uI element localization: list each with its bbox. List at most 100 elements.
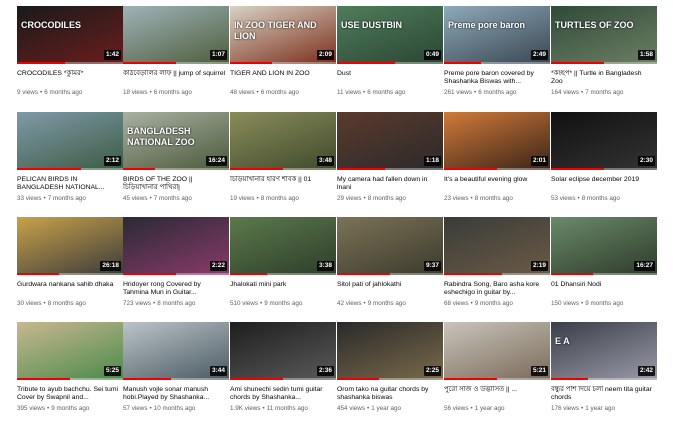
video-card[interactable]: 16:27 01 Dhansiri Nodi 150 views • 9 months … [551, 217, 657, 317]
video-card[interactable]: 2:25 Orom tako na guitar chords by shasha… [337, 322, 443, 422]
video-thumbnail[interactable]: 9:37 [337, 217, 443, 275]
video-card[interactable]: E A 2:42 বন্ধুর পাশ দিয়ে চলা neem tita gu… [551, 322, 657, 422]
video-thumbnail[interactable]: Preme pore baron 2:49 [444, 6, 550, 64]
video-title[interactable]: চিড়িয়াখানার হারণ শাবক || 01 [230, 176, 334, 193]
upload-age: 8 months ago [47, 300, 86, 307]
watch-progress-bar [444, 168, 497, 170]
video-thumbnail[interactable]: TURTLES OF ZOO 1:58 [551, 6, 657, 64]
video-title[interactable]: Hridoyer rong Covered by Tahmina Mun in … [123, 281, 227, 298]
video-card[interactable]: USE DUSTBIN 0:49 Dust 11 views • 6 months ago [337, 6, 443, 106]
video-title[interactable]: Ami shunechi sedin tumi guitar chords by… [230, 386, 334, 403]
duration-badge: 26:18 [100, 261, 121, 271]
video-card[interactable]: BANGLADESH NATIONAL ZOO 16:24 BIRDS OF THE… [123, 112, 229, 212]
watch-progress-bar [337, 378, 380, 380]
video-card[interactable]: CROCODILES 1:42 CROCODILES *কুমির* 9 views •… [17, 6, 123, 106]
video-title[interactable]: Sitol pati of jahlokathi [337, 281, 441, 298]
video-title[interactable]: 01 Dhansiri Nodi [551, 281, 655, 298]
video-title[interactable]: Rabindra Song, Baro asha kore eshechigo … [444, 281, 548, 298]
video-card[interactable]: 5:21 পুরো সাজ ও উদ্ভাসিত || ... 56 views • 1… [444, 322, 550, 422]
video-thumbnail[interactable]: 3:44 [123, 322, 229, 380]
video-card[interactable]: 1:18 My camera had fallen down in lnani 29… [337, 112, 443, 212]
duration-badge: 2:25 [423, 366, 441, 376]
video-card[interactable]: 26:18 Gurdwara nankana sahib dhaka 30 view… [17, 217, 123, 317]
video-thumbnail[interactable]: 5:21 [444, 322, 550, 380]
duration-badge: 2:36 [316, 366, 334, 376]
view-count: 9 views [17, 89, 38, 96]
upload-age: 10 months ago [153, 405, 196, 412]
video-card[interactable]: TURTLES OF ZOO 1:58 *কচ্ছপ* || Turtle in B… [551, 6, 657, 106]
video-thumbnail[interactable]: CROCODILES 1:42 [17, 6, 123, 64]
video-meta: 45 views • 7 months ago [123, 195, 227, 203]
video-thumbnail[interactable]: E A 2:42 [551, 322, 657, 380]
video-thumbnail[interactable]: 5:25 [17, 322, 123, 380]
video-title[interactable]: পুরো সাজ ও উদ্ভাসিত || ... [444, 386, 548, 403]
video-thumbnail[interactable]: USE DUSTBIN 0:49 [337, 6, 443, 64]
video-title[interactable]: My camera had fallen down in lnani [337, 176, 441, 193]
video-title[interactable]: PELICAN BIRDS IN BANGLADESH NATIONAL... [17, 176, 121, 193]
video-meta: 150 views • 9 months ago [551, 300, 655, 308]
upload-age: 6 months ago [44, 89, 83, 96]
video-thumbnail[interactable]: 2:19 [444, 217, 550, 275]
video-meta: 9 views • 6 months ago [17, 89, 121, 97]
duration-badge: 0:49 [423, 50, 441, 60]
video-thumbnail[interactable]: 2:36 [230, 322, 336, 380]
video-card[interactable]: 2:19 Rabindra Song, Baro asha kore eshech… [444, 217, 550, 317]
video-thumbnail[interactable]: IN ZOO TIGER AND LION 2:09 [230, 6, 336, 64]
video-card[interactable]: 2:22 Hridoyer rong Covered by Tahmina Mun… [123, 217, 229, 317]
video-title[interactable]: Dust [337, 70, 441, 87]
video-thumbnail[interactable]: 16:27 [551, 217, 657, 275]
video-thumbnail[interactable]: BANGLADESH NATIONAL ZOO 16:24 [123, 112, 229, 170]
video-card[interactable]: Preme pore baron 2:49 Preme pore baron cov… [444, 6, 550, 106]
video-meta: 19 views • 8 months ago [230, 195, 334, 203]
upload-age: 8 months ago [260, 195, 299, 202]
video-title[interactable]: Manush vojle sonar manush hobi.Played by… [123, 386, 227, 403]
view-count: 18 views [123, 89, 148, 96]
video-card[interactable]: 3:38 Jhalokati mini park 510 views • 9 month… [230, 217, 336, 317]
video-thumbnail[interactable]: 2:25 [337, 322, 443, 380]
video-title[interactable]: CROCODILES *কুমির* [17, 70, 121, 87]
video-thumbnail[interactable]: 2:22 [123, 217, 229, 275]
video-card[interactable]: 9:37 Sitol pati of jahlokathi 42 views • 9 m… [337, 217, 443, 317]
video-card[interactable]: 5:25 Tribute to ayub bachchu. Sei tumi Co… [17, 322, 123, 422]
video-title[interactable]: বন্ধুর পাশ দিয়ে চলা neem tita guitar ch… [551, 386, 655, 403]
video-title[interactable]: *কচ্ছপ* || Turtle in Bangladesh Zoo [551, 70, 655, 87]
video-card[interactable]: 2:30 Solar eclipse december 2019 53 views •… [551, 112, 657, 212]
upload-age: 8 months ago [157, 300, 196, 307]
video-thumbnail[interactable]: 26:18 [17, 217, 123, 275]
video-thumbnail[interactable]: 3:48 [230, 112, 336, 170]
video-thumbnail[interactable]: 1:07 [123, 6, 229, 64]
video-card[interactable]: 2:36 Ami shunechi sedin tumi guitar chord… [230, 322, 336, 422]
video-thumbnail[interactable]: 2:30 [551, 112, 657, 170]
video-thumbnail[interactable]: 2:12 [17, 112, 123, 170]
video-title[interactable]: It's a beautiful evening glow [444, 176, 548, 193]
duration-badge: 2:19 [530, 261, 548, 271]
duration-badge: 16:24 [206, 156, 227, 166]
video-title[interactable]: Gurdwara nankana sahib dhaka [17, 281, 121, 298]
video-card[interactable]: 2:01 It's a beautiful evening glow 23 view… [444, 112, 550, 212]
video-title[interactable]: TIGER AND LION IN ZOO [230, 70, 334, 87]
upload-age: 9 months ago [367, 300, 406, 307]
thumbnail-overlay-text: E A [555, 336, 570, 346]
video-card[interactable]: 3:48 চিড়িয়াখানার হারণ শাবক || 01 19 view… [230, 112, 336, 212]
view-count: 42 views [337, 300, 362, 307]
video-title[interactable]: BIRDS OF THE ZOO || চিড়িয়াখানার পাখিরা… [123, 176, 227, 193]
video-title[interactable]: Orom tako na guitar chords by shashanka … [337, 386, 441, 403]
video-title[interactable]: Solar eclipse december 2019 [551, 176, 655, 193]
video-card[interactable]: 1:07 কাঠবেড়ালির লাফ || jump of squirrel 1… [123, 6, 229, 106]
video-thumbnail[interactable]: 3:38 [230, 217, 336, 275]
video-card[interactable]: 3:44 Manush vojle sonar manush hobi.Playe… [123, 322, 229, 422]
video-thumbnail[interactable]: 1:18 [337, 112, 443, 170]
video-title[interactable]: কাঠবেড়ালির লাফ || jump of squirrel [123, 70, 227, 87]
video-title[interactable]: Jhalokati mini park [230, 281, 334, 298]
video-meta: 1.9K views • 11 months ago [230, 405, 334, 413]
video-meta: 53 views • 8 months ago [551, 195, 655, 203]
duration-badge: 5:21 [530, 366, 548, 376]
view-count: 11 views [337, 89, 362, 96]
view-count: 68 views [444, 300, 469, 307]
video-meta: 454 views • 1 year ago [337, 405, 441, 413]
video-title[interactable]: Preme pore baron covered by Shashanka Bi… [444, 70, 548, 87]
video-thumbnail[interactable]: 2:01 [444, 112, 550, 170]
video-card[interactable]: IN ZOO TIGER AND LION 2:09 TIGER AND LION … [230, 6, 336, 106]
video-card[interactable]: 2:12 PELICAN BIRDS IN BANGLADESH NATIONAL… [17, 112, 123, 212]
video-title[interactable]: Tribute to ayub bachchu. Sei tumi Cover … [17, 386, 121, 403]
